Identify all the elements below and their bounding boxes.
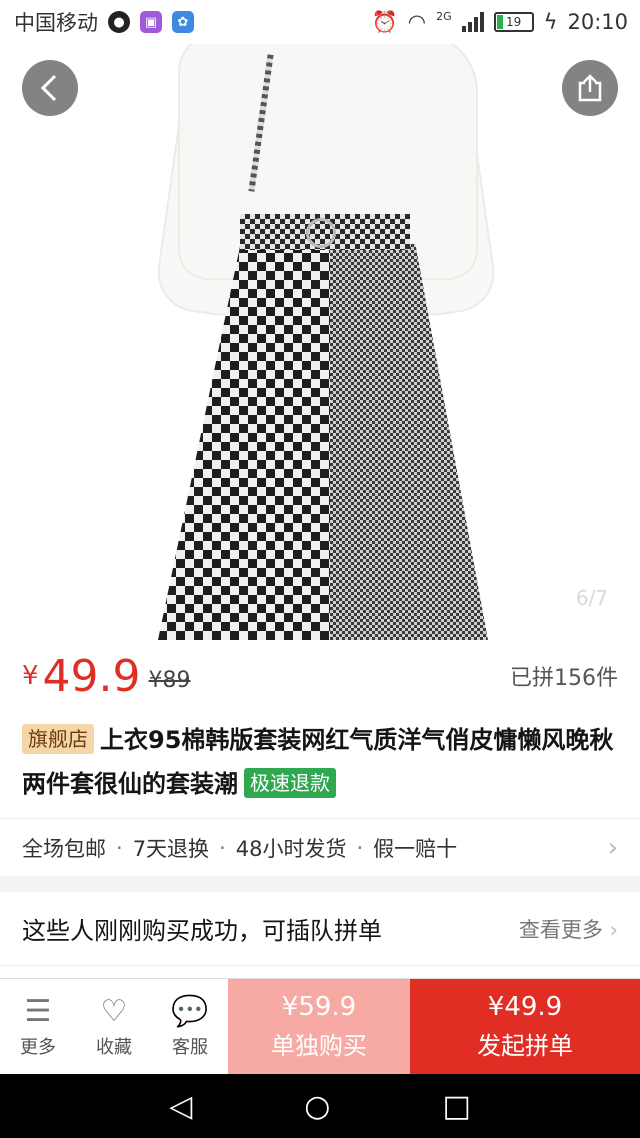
favorite-label: 收藏 — [96, 1036, 132, 1058]
charging-icon: ϟ — [543, 10, 558, 34]
gallery-app-icon: ▣ — [140, 11, 162, 33]
battery-icon: 19 — [493, 12, 534, 32]
fast-refund-badge: 极速退款 — [244, 768, 336, 798]
service-guarantees[interactable]: 全场包邮 · 7天退换 · 48小时发货 · 假一赔十 › — [0, 818, 640, 876]
single-price: ¥59.9 — [281, 992, 357, 1022]
nav-home-icon[interactable]: ○ — [304, 1089, 330, 1124]
view-more-link[interactable]: 查看更多 › — [519, 914, 618, 944]
start-group-buy-button[interactable]: ¥49.9 发起拼单 — [410, 979, 640, 1074]
single-label: 单独购买 — [271, 1032, 367, 1060]
group-buy-price: ¥49.9 — [487, 992, 563, 1022]
bottom-action-bar: ☰ 更多 ♡ 收藏 💬 客服 ¥59.9 单独购买 ¥49.9 发起拼单 — [0, 978, 640, 1074]
network-type: 2G — [436, 9, 452, 23]
alarm-icon: ⏰ — [371, 9, 398, 34]
product-image-ring — [306, 218, 336, 248]
list-icon: ☰ — [24, 993, 52, 1029]
customer-service-button[interactable]: 💬 客服 — [152, 979, 228, 1074]
system-nav-bar: ◁ ○ □ — [0, 1074, 640, 1138]
group-buy-title: 这些人刚刚购买成功，可插队拼单 — [22, 917, 382, 945]
signal-icon — [461, 12, 484, 32]
group-price: 49.9 — [42, 650, 141, 702]
image-counter: 6/7 — [575, 586, 608, 610]
buy-alone-button[interactable]: ¥59.9 单独购买 — [228, 979, 410, 1074]
carrier-name: 中国移动 — [14, 11, 98, 35]
group-buy-label: 发起拼单 — [477, 1032, 573, 1060]
status-bar: 中国移动 ● ▣ ✿ ⏰ ◠ 2G 19 ϟ 20:10 — [0, 0, 640, 44]
favorite-button[interactable]: ♡ 收藏 — [76, 979, 152, 1074]
service-free-shipping: 全场包邮 — [22, 836, 106, 861]
chat-icon: 💬 — [171, 993, 209, 1029]
back-arrow-icon — [40, 74, 57, 102]
section-divider — [0, 876, 640, 892]
nav-recents-icon[interactable]: □ — [442, 1089, 470, 1124]
group-buy-section[interactable]: 这些人刚刚购买成功，可插队拼单 查看更多 › — [0, 892, 640, 966]
nav-back-icon[interactable]: ◁ — [169, 1089, 192, 1124]
separator-dot: · — [116, 835, 123, 860]
wifi-icon: ◠ — [407, 10, 427, 34]
original-price: ¥89 — [148, 667, 191, 693]
chevron-right-icon: › — [607, 832, 618, 863]
share-icon — [578, 74, 602, 102]
service-48h-shipping: 48小时发货 — [235, 836, 347, 861]
qq-icon: ● — [108, 11, 130, 33]
flagship-store-badge: 旗舰店 — [22, 724, 94, 754]
app-notification-icon: ✿ — [172, 11, 194, 33]
back-button[interactable] — [22, 60, 78, 116]
product-image-gallery[interactable]: 6/7 — [0, 44, 640, 640]
service-7day-return: 7天退换 — [132, 836, 210, 861]
separator-dot: · — [356, 835, 364, 860]
sold-count: 已拼156件 — [510, 666, 618, 691]
price-row: ¥ 49.9 ¥89 已拼156件 — [0, 640, 640, 712]
clock: 20:10 — [567, 10, 628, 34]
more-button[interactable]: ☰ 更多 — [0, 979, 76, 1074]
heart-icon: ♡ — [100, 993, 128, 1029]
service-fake-compensation: 假一赔十 — [373, 836, 458, 861]
battery-level: 19 — [505, 15, 522, 29]
chevron-right-icon: › — [609, 917, 618, 942]
product-title-block: 旗舰店 上衣95棉韩版套装网红气质洋气俏皮慵懒风晚秋两件套很仙的套装潮 极速退款 — [22, 718, 622, 806]
share-button[interactable] — [562, 60, 618, 116]
currency-symbol: ¥ — [22, 661, 39, 691]
more-label: 更多 — [20, 1036, 56, 1058]
customer-service-label: 客服 — [172, 1036, 208, 1058]
separator-dot: · — [219, 835, 226, 860]
